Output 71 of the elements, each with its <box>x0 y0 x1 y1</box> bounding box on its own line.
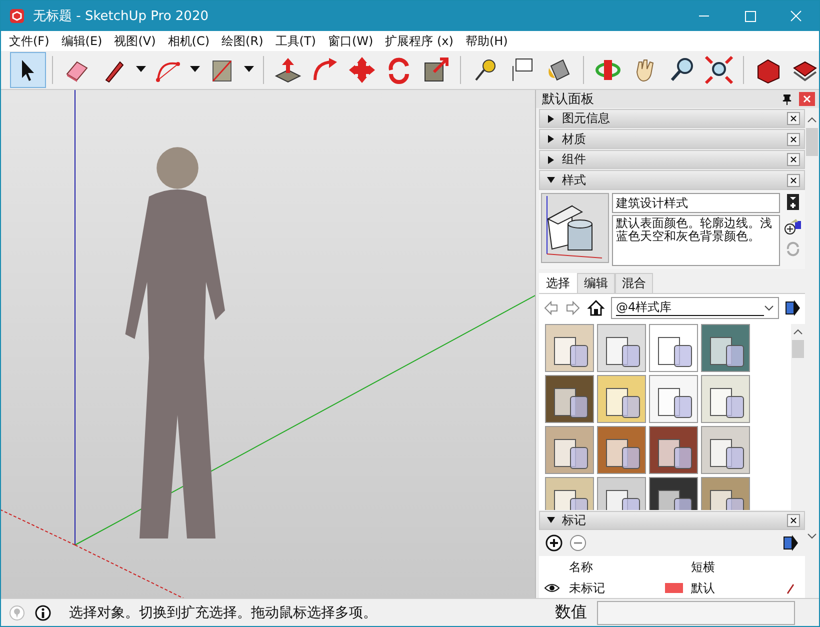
style-thumbnail[interactable] <box>701 374 750 423</box>
panel-header[interactable]: 材质 <box>539 129 805 149</box>
panel-header[interactable]: 样式 <box>539 170 805 190</box>
eye-icon[interactable] <box>544 582 560 594</box>
style-thumbnail[interactable] <box>701 426 750 474</box>
menu-item[interactable]: 窗口(W) <box>322 32 380 50</box>
panel-title: 图元信息 <box>562 110 610 128</box>
pencil-icon[interactable] <box>785 582 795 594</box>
select-tool-icon[interactable] <box>11 53 45 87</box>
style-thumbnail[interactable] <box>701 324 750 372</box>
style-thumbnail[interactable] <box>597 324 646 372</box>
tag-dash: 默认 <box>690 580 716 596</box>
details-arrow-icon[interactable] <box>785 298 801 317</box>
style-thumbnail[interactable] <box>545 324 594 372</box>
home-icon[interactable] <box>587 298 605 317</box>
column-header[interactable]: 名称 <box>565 558 661 576</box>
details-arrow-icon[interactable] <box>783 534 799 552</box>
remove-tag-icon[interactable] <box>569 534 587 552</box>
menu-item[interactable]: 帮助(H) <box>459 32 514 50</box>
close-icon[interactable] <box>787 174 800 187</box>
tag-color-swatch[interactable] <box>665 583 683 593</box>
panel-title: 材质 <box>562 130 586 148</box>
close-icon[interactable] <box>787 132 800 146</box>
close-icon[interactable] <box>787 514 800 527</box>
style-thumbnail[interactable] <box>597 426 646 474</box>
style-thumbnail[interactable] <box>649 324 698 372</box>
style-name-field[interactable]: 建筑设计样式 <box>612 192 780 213</box>
menu-item[interactable]: 工具(T) <box>269 32 322 50</box>
back-arrow-icon[interactable] <box>543 300 559 316</box>
panel-header[interactable]: 组件 <box>539 150 805 170</box>
panel-title: 组件 <box>562 151 586 168</box>
add-tag-icon[interactable] <box>545 534 563 552</box>
column-header[interactable]: 短横 <box>687 558 805 576</box>
status-message: 选择对象。切换到扩充选择。拖动鼠标选择多项。 <box>69 604 377 622</box>
menu-item[interactable]: 视图(V) <box>108 32 162 50</box>
menu-item[interactable]: 相机(C) <box>162 32 216 50</box>
menu-item[interactable]: 绘图(R) <box>216 32 270 50</box>
app-logo-icon <box>9 8 25 24</box>
scrollbar-icon[interactable] <box>791 324 805 510</box>
panel-header[interactable]: 标记 <box>539 510 805 530</box>
close-icon[interactable] <box>787 153 800 166</box>
measurements-label: 数值 <box>555 602 587 623</box>
style-description-field[interactable]: 默认表面颜色。轮廓边线。浅蓝色天空和灰色背景颜色。 <box>612 214 780 266</box>
tray-title: 默认面板 <box>542 91 595 108</box>
window-title: 无标题 - SketchUp Pro 2020 <box>33 8 210 25</box>
create-style-icon[interactable] <box>784 216 802 235</box>
forward-arrow-icon[interactable] <box>565 300 581 316</box>
close-icon[interactable] <box>787 112 800 126</box>
panel-title: 标记 <box>562 512 586 529</box>
style-thumbnail[interactable] <box>597 374 646 423</box>
style-tab[interactable]: 选择 <box>539 272 577 293</box>
3d-viewport[interactable] <box>1 90 535 598</box>
pin-icon[interactable] <box>781 93 793 105</box>
library-dropdown[interactable]: @4样式库 <box>611 296 779 319</box>
style-thumbnail[interactable] <box>545 374 594 423</box>
style-tab[interactable]: 编辑 <box>577 272 615 293</box>
measurements-field[interactable] <box>597 600 795 624</box>
style-tab[interactable]: 混合 <box>615 272 653 293</box>
tag-name: 未标记 <box>568 580 606 596</box>
update-style-icon[interactable] <box>786 192 800 211</box>
style-thumbnail[interactable] <box>545 426 594 474</box>
panel-title: 样式 <box>562 172 586 189</box>
style-thumbnail[interactable] <box>649 426 698 474</box>
panel-header[interactable]: 图元信息 <box>539 109 805 128</box>
info-icon[interactable] <box>35 604 51 620</box>
menu-item[interactable]: 文件(F) <box>3 32 56 50</box>
menu-item[interactable]: 编辑(E) <box>55 32 108 50</box>
style-thumbnail[interactable] <box>649 374 698 423</box>
zoom-extents-icon[interactable] <box>702 53 736 87</box>
menu-item[interactable]: 扩展程序 (x) <box>379 32 460 50</box>
dropdown-caret-icon <box>764 304 774 312</box>
